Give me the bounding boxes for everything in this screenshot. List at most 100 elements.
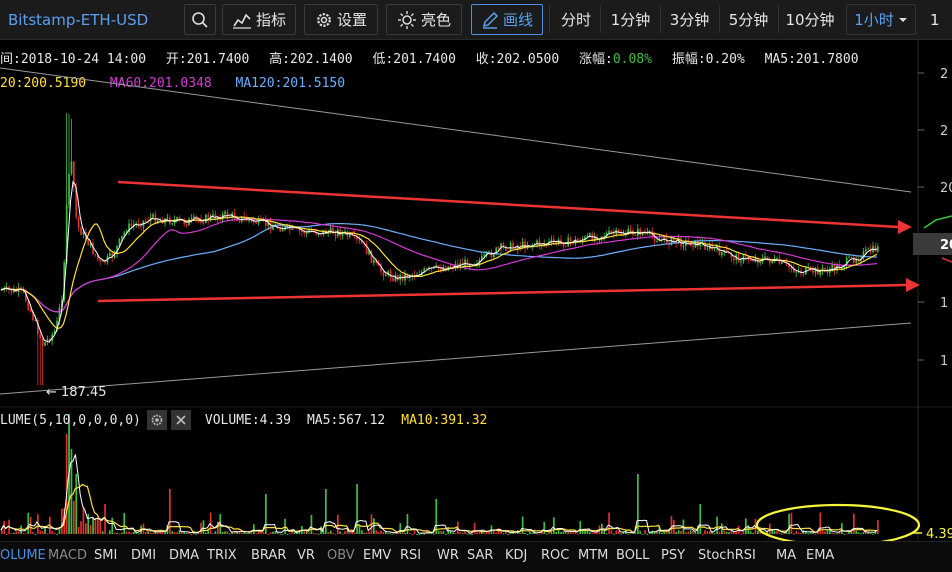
volume-bar [567, 532, 570, 534]
trendline-upper-grey[interactable] [0, 67, 912, 193]
volume-bar [22, 533, 25, 535]
volume-bar [313, 532, 315, 534]
candle-body [493, 254, 495, 258]
volume-bar [531, 532, 534, 534]
indicator-tab-brar[interactable]: BRAR [251, 548, 286, 563]
volume-bar [286, 533, 289, 535]
volume-bar [584, 530, 586, 534]
volume-bar [365, 532, 368, 534]
volume-bar [807, 533, 810, 535]
indicator-tab-dma[interactable]: DMA [169, 548, 199, 563]
candle-body [281, 229, 284, 232]
indicator-tab-wr[interactable]: WR [437, 548, 459, 563]
indicator-tab-smi[interactable]: SMI [94, 548, 117, 563]
volume-bar [5, 533, 8, 535]
volume-bar [241, 532, 243, 534]
volume-bar [557, 530, 560, 534]
candle-body [682, 245, 685, 247]
candle-body [212, 214, 214, 216]
indicator-tab-boll[interactable]: BOLL [616, 548, 649, 563]
candle-body [749, 259, 752, 261]
candle-body [80, 227, 82, 235]
volume-bar [493, 530, 495, 534]
volume-bar [413, 530, 416, 534]
volume-bar [133, 531, 135, 534]
volume-bar [34, 533, 37, 535]
indicator-tab-roc[interactable]: ROC [541, 548, 569, 563]
volume-bar [99, 518, 102, 534]
volume-bar [56, 533, 58, 535]
volume-close-button[interactable] [170, 410, 191, 430]
volume-bar [507, 533, 510, 535]
candle-body [238, 220, 241, 222]
indicator-tab-dmi[interactable]: DMI [131, 548, 156, 563]
volume-bar [176, 532, 178, 534]
candle-body [70, 161, 73, 174]
candle-body [620, 231, 622, 235]
price-axis-label: 1 [940, 354, 948, 369]
candle-body [795, 271, 798, 273]
volume-bar [728, 532, 730, 534]
gear-icon [151, 414, 163, 426]
candle-body [226, 211, 229, 218]
volume-bar [113, 532, 116, 534]
volume-bar [440, 530, 442, 534]
volume-bar [593, 532, 596, 534]
volume-bar [409, 533, 411, 535]
indicator-tab-trix[interactable]: TRIX [207, 548, 237, 563]
volume-bar [226, 531, 229, 534]
indicator-tab-macd[interactable]: MACD [48, 548, 87, 563]
indicator-tab-psy[interactable]: PSY [661, 548, 685, 563]
volume-bar [862, 531, 865, 534]
volume-bar [406, 514, 409, 534]
volume-bar [773, 531, 776, 534]
volume-bar [173, 532, 176, 534]
indicator-tab-sar[interactable]: SAR [467, 548, 493, 563]
candle-body [224, 211, 226, 215]
candle-body [490, 251, 493, 258]
volume-bar [214, 531, 217, 534]
volume-bar [332, 532, 334, 534]
triangle-annotation[interactable] [97, 180, 920, 303]
indicator-tab-mtm[interactable]: MTM [578, 548, 608, 563]
candle-body [121, 235, 123, 239]
volume-bar [819, 512, 822, 534]
volume-bar [315, 533, 318, 535]
volume-bar [788, 513, 790, 534]
volume-bar [111, 517, 114, 534]
indicator-tab-kdj[interactable]: KDJ [505, 548, 527, 563]
indicator-tab-rsi[interactable]: RSI [400, 548, 421, 563]
candle-body [802, 273, 805, 275]
indicator-tab-ema[interactable]: EMA [806, 548, 834, 563]
volume-bar [106, 533, 109, 535]
volume-bar [757, 530, 759, 534]
indicator-tab-olume[interactable]: OLUME [0, 548, 46, 563]
indicator-tab-ma[interactable]: MA [776, 548, 796, 563]
indicator-tab-obv[interactable]: OBV [327, 548, 355, 563]
volume-bar [826, 530, 829, 534]
volume-bar [118, 533, 121, 535]
volume-settings-button[interactable] [146, 410, 167, 430]
candle-body [317, 234, 320, 236]
candle-body [483, 254, 486, 256]
candle-body [733, 257, 735, 260]
indicator-tab-stochrsi[interactable]: StochRSI [698, 548, 756, 563]
trendline-lower-grey[interactable] [0, 322, 912, 395]
volume-bar [797, 532, 800, 534]
volume-bar [97, 517, 99, 534]
volume-bar [41, 530, 44, 534]
indicator-tab-emv[interactable]: EMV [363, 548, 391, 563]
volume-bar [356, 484, 358, 534]
volume-highlight-ellipse[interactable] [755, 503, 921, 547]
volume-bar [706, 531, 709, 534]
volume-bar [469, 533, 471, 535]
candle-body [865, 249, 867, 252]
volume-bar [344, 531, 346, 534]
chart-canvas[interactable]: 2 2 20 1 1 20 ← 187.45 4.39 [0, 0, 952, 572]
candle-body [538, 240, 541, 246]
volume-bar [519, 532, 522, 534]
volume-bar [433, 533, 435, 535]
volume-bar [339, 531, 342, 534]
indicator-tab-vr[interactable]: VR [297, 548, 315, 563]
volume-bar [135, 532, 138, 534]
